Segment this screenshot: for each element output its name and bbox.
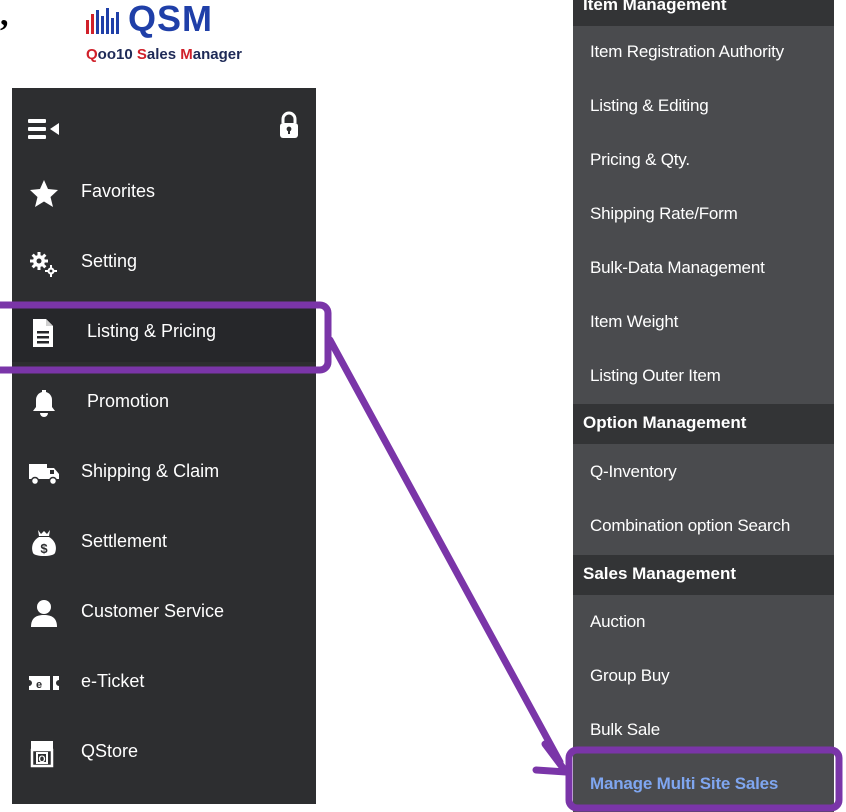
sidebar-item-label: Customer Service (81, 601, 225, 621)
callout-arrow (326, 336, 564, 766)
document-icon (33, 319, 53, 347)
lock-icon[interactable] (278, 110, 300, 140)
star-icon (30, 180, 58, 207)
section-header-option-management: Option Management (573, 404, 834, 444)
submenu-item-group-buy[interactable]: Group Buy (573, 650, 834, 704)
logo-bars-icon (86, 8, 119, 34)
submenu-item-listing-outer[interactable]: Listing Outer Item (573, 350, 834, 404)
submenu-item-manage-multi-site-sales[interactable]: Manage Multi Site Sales (573, 758, 834, 812)
submenu-item-q-inventory[interactable]: Q-Inventory (573, 446, 834, 500)
money-bag-icon: $ (32, 530, 56, 556)
sidebar-item-shipping-claim[interactable]: Shipping & Claim (12, 444, 316, 502)
sidebar-item-promotion[interactable]: Promotion (12, 374, 316, 432)
sidebar-item-setting[interactable]: Setting (12, 234, 316, 292)
gears-icon (30, 252, 57, 277)
sidebar-item-e-ticket[interactable]: e e-Ticket (12, 654, 316, 712)
sidebar-item-label: Settlement (81, 531, 168, 551)
sidebar-item-label: e-Ticket (81, 671, 145, 691)
hamburger-collapse-icon[interactable] (28, 119, 46, 139)
collapse-arrow-icon[interactable] (50, 123, 59, 135)
submenu-item-bulk-data[interactable]: Bulk-Data Management (573, 242, 834, 296)
sidebar: Favorites Setting Listing & Pricing Prom… (12, 88, 316, 804)
person-icon (31, 600, 57, 627)
truck-icon (29, 464, 59, 486)
submenu-item-auction[interactable]: Auction (573, 596, 834, 650)
submenu-item-item-weight[interactable]: Item Weight (573, 296, 834, 350)
sidebar-top-bar (12, 88, 316, 172)
callout-arrowhead (532, 740, 570, 776)
sidebar-item-listing-pricing[interactable]: Listing & Pricing (12, 304, 316, 362)
sidebar-item-label: Favorites (81, 181, 156, 201)
sidebar-item-label: Listing & Pricing (87, 321, 217, 341)
submenu-item-registration-authority[interactable]: Item Registration Authority (573, 26, 834, 80)
sidebar-item-label: Shipping & Claim (81, 461, 220, 481)
svg-text:Q: Q (38, 754, 45, 764)
qsm-logo: QSM Qoo10 Sales Manager (86, 0, 261, 68)
sidebar-item-label: Setting (81, 251, 138, 271)
section-header-item-management: Item Management (573, 0, 834, 26)
sidebar-item-qstore[interactable]: Q QStore (12, 724, 316, 782)
submenu-item-listing-editing[interactable]: Listing & Editing (573, 80, 834, 134)
svg-text:$: $ (40, 541, 48, 556)
sidebar-item-favorites[interactable]: Favorites (12, 164, 316, 222)
listing-pricing-submenu: Item Management Item Registration Author… (573, 0, 834, 812)
sidebar-item-label: QStore (81, 741, 139, 761)
submenu-item-bulk-sale[interactable]: Bulk Sale (573, 704, 834, 758)
sidebar-item-customer-service[interactable]: Customer Service (12, 584, 316, 642)
stray-mark: , (0, 0, 9, 33)
svg-text:e: e (36, 679, 42, 691)
submenu-item-shipping-rate[interactable]: Shipping Rate/Form (573, 188, 834, 242)
sidebar-item-label: Promotion (87, 391, 170, 411)
submenu-item-pricing-qty[interactable]: Pricing & Qty. (573, 134, 834, 188)
logo-wordmark: QSM (128, 0, 214, 39)
bell-icon (33, 390, 55, 417)
logo-subtitle: Qoo10 Sales Manager (86, 46, 242, 63)
ticket-icon: e (29, 676, 59, 691)
store-icon: Q (30, 741, 54, 768)
section-header-sales-management: Sales Management (573, 555, 834, 595)
submenu-item-combination-option-search[interactable]: Combination option Search (573, 500, 834, 554)
sidebar-item-settlement[interactable]: $ Settlement (12, 514, 316, 572)
